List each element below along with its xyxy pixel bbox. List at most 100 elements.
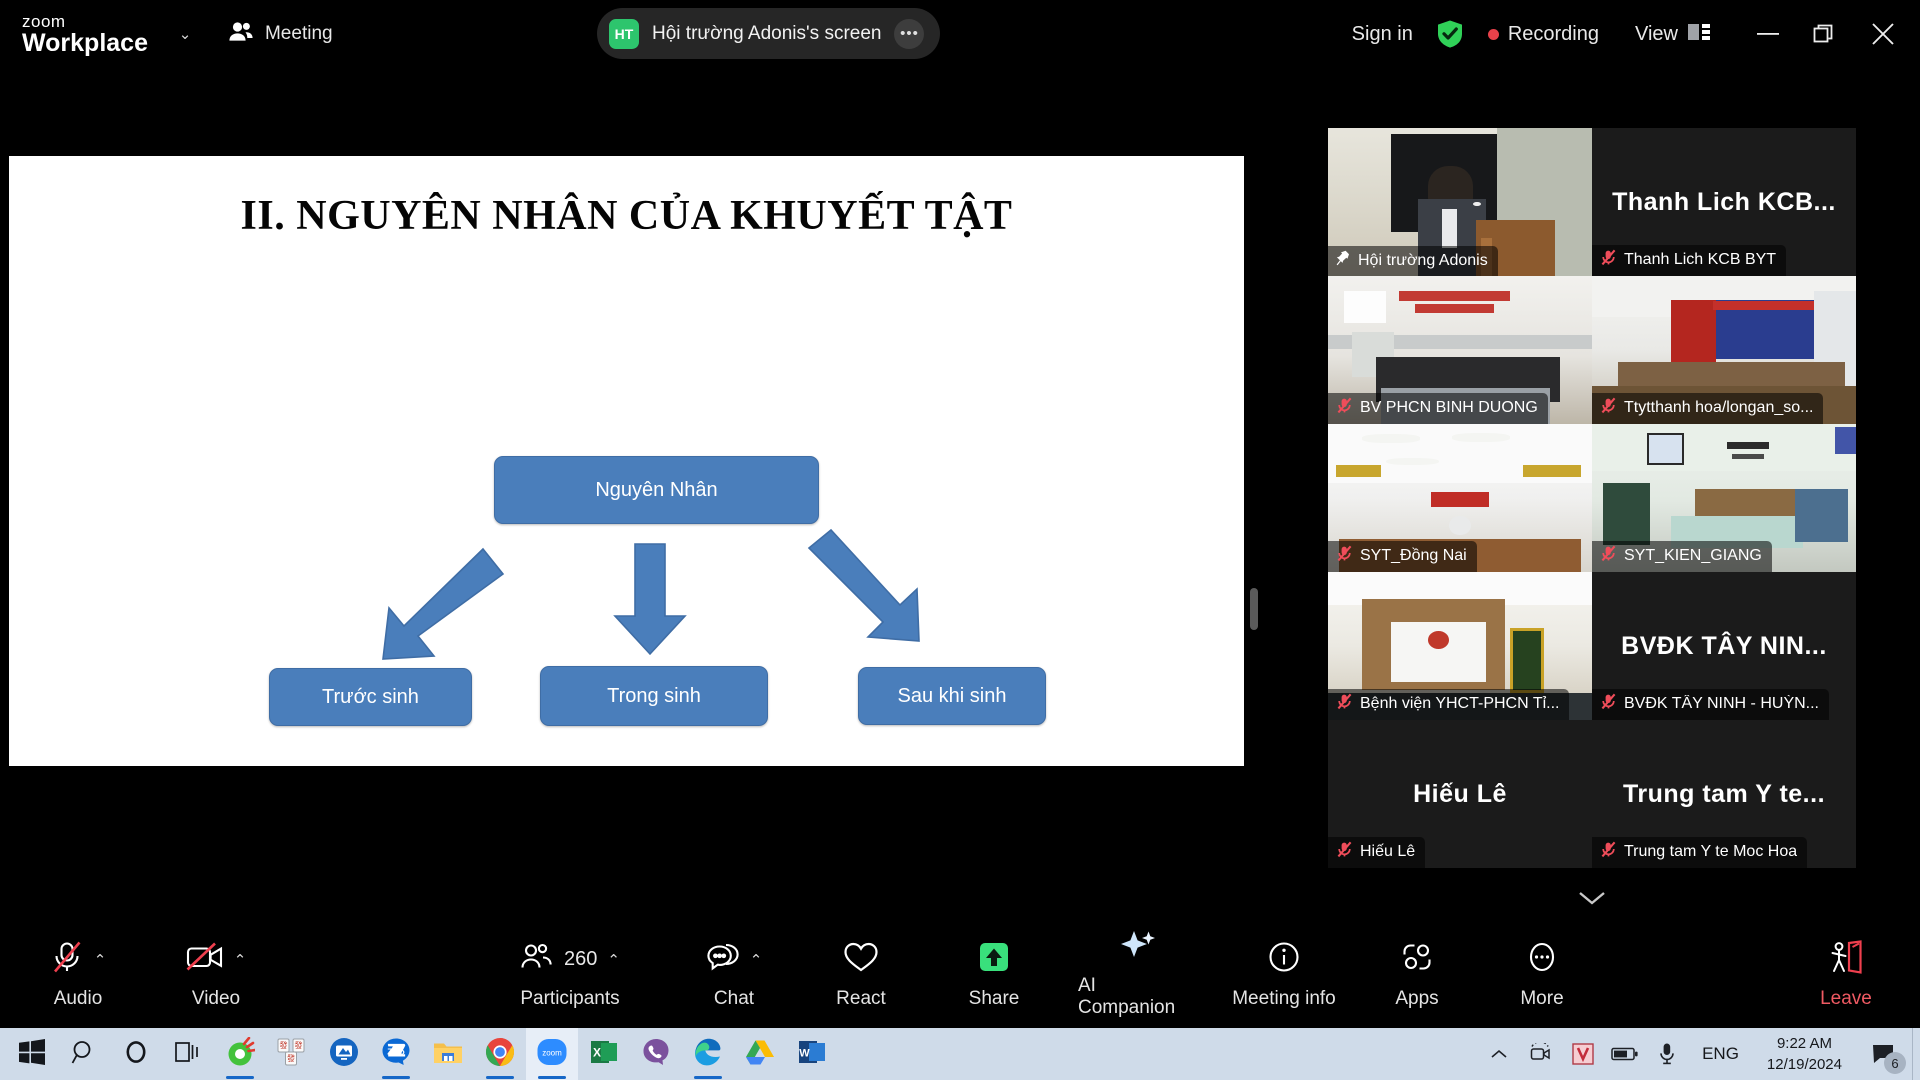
taskbar-item-google-drive[interactable]: [734, 1028, 786, 1080]
search-icon: [71, 1039, 97, 1070]
participant-tile[interactable]: Hiếu Lê Hiếu Lê: [1328, 720, 1592, 868]
participant-name-bar: BVĐK TÂY NINH - HUỲN...: [1592, 689, 1829, 720]
gallery-next-page-button[interactable]: [1328, 880, 1856, 920]
participant-name-bar: SYT_Đồng Nai: [1328, 541, 1477, 572]
participant-name: Hội trường Adonis: [1358, 251, 1488, 269]
sign-in-button[interactable]: Sign in: [1352, 23, 1413, 46]
toolbar-button-label: Video: [191, 987, 241, 1009]
taskbar-item-chrome[interactable]: [474, 1028, 526, 1080]
camera-off-icon: [186, 942, 224, 977]
gallery-resize-handle[interactable]: [1250, 588, 1258, 630]
taskbar-clock[interactable]: 9:22 AM 12/19/2024: [1753, 1033, 1856, 1076]
participant-name: BVĐK TÂY NINH - HUỲN...: [1624, 695, 1819, 712]
participant-name: Ttytthanh hoa/longan_so...: [1624, 399, 1814, 416]
taskbar-item-viber[interactable]: [630, 1028, 682, 1080]
viber-icon: [642, 1038, 670, 1071]
participant-tile[interactable]: Trung tam Y te... Trung tam Y te Moc Hoa: [1592, 720, 1856, 868]
participant-tile[interactable]: SYT_KIEN_GIANG: [1592, 424, 1856, 572]
chevron-up-icon[interactable]: ⌃: [607, 951, 620, 969]
unikey-v-icon[interactable]: [1562, 1028, 1604, 1080]
notification-center-button[interactable]: 6: [1856, 1028, 1912, 1080]
toolbar-button-label: React: [836, 987, 886, 1009]
shared-screen-pill[interactable]: HT Hội trường Adonis's screen •••: [597, 8, 941, 59]
taskbar-item-unikey[interactable]: [214, 1028, 266, 1080]
brand-chevron-down-icon[interactable]: ⌄: [172, 25, 198, 43]
participant-name: Trung tam Y te Moc Hoa: [1624, 843, 1798, 860]
participant-tile[interactable]: BV PHCN BINH DUONG: [1328, 276, 1592, 424]
sparkle-icon: [1120, 929, 1156, 968]
ultraviewer-icon: [329, 1037, 359, 1072]
taskbar-item-edge[interactable]: [682, 1028, 734, 1080]
participant-tile[interactable]: Hội trường Adonis: [1328, 128, 1592, 276]
taskbar-item-mahjong[interactable]: 發發發: [266, 1028, 318, 1080]
taskbar-item-zoom[interactable]: zoom: [526, 1028, 578, 1080]
toolbar-button-ai-companion[interactable]: AI Companion: [1078, 930, 1198, 1018]
toolbar-button-react[interactable]: React: [801, 930, 921, 1018]
shared-content-stage: II. NGUYÊN NHÂN CỦA KHUYẾT TẬT Nguyên Nh…: [0, 68, 1320, 920]
brand-workplace: Workplace: [22, 28, 148, 57]
toolbar-button-more[interactable]: More: [1482, 930, 1602, 1018]
microphone-muted-icon: [1336, 545, 1353, 567]
taskbar-item-search[interactable]: [58, 1028, 110, 1080]
participant-tile[interactable]: Ttytthanh hoa/longan_so...: [1592, 276, 1856, 424]
meeting-toolbar: ⌃ Audio ⌃ Video 260 ⌃ Participants ⌃ Chat React Sh…: [0, 920, 1920, 1028]
leave-door-icon: [1827, 940, 1865, 979]
chevron-up-icon[interactable]: ⌃: [234, 951, 247, 969]
taskbar-item-cortana[interactable]: [110, 1028, 162, 1080]
show-desktop-button[interactable]: [1912, 1028, 1920, 1080]
zoom-workplace-logo: zoom Workplace: [22, 13, 148, 56]
taskbar-item-start[interactable]: [6, 1028, 58, 1080]
toolbar-button-participants[interactable]: 260 ⌃ Participants: [510, 930, 630, 1018]
toolbar-button-meeting-info[interactable]: Meeting info: [1224, 930, 1344, 1018]
task-view-icon: [174, 1040, 202, 1069]
participant-tile[interactable]: Bệnh viện YHCT-PHCN Tỉ...: [1328, 572, 1592, 720]
zoom-meeting-window: zoom Workplace ⌄ Meeting HT Hội trường A…: [0, 0, 1920, 1080]
recording-label: Recording: [1507, 22, 1599, 45]
zoom-icon: zoom: [537, 1037, 567, 1072]
participant-tile[interactable]: BVĐK TÂY NIN... BVĐK TÂY NINH - HUỲN...: [1592, 572, 1856, 720]
microphone-muted-icon: [1600, 397, 1617, 419]
share-more-options-icon[interactable]: •••: [894, 18, 925, 49]
camera-tray-icon[interactable]: [1520, 1028, 1562, 1080]
toolbar-button-audio[interactable]: ⌃ Audio: [18, 930, 138, 1018]
taskbar-item-file-explorer[interactable]: [422, 1028, 474, 1080]
taskbar-item-zalo[interactable]: Zalo: [370, 1028, 422, 1080]
title-bar-right: Sign in Recording View: [1352, 0, 1920, 68]
toolbar-button-label: Share: [968, 987, 1020, 1009]
toolbar-button-video[interactable]: ⌃ Video: [156, 930, 276, 1018]
taskbar-item-task-view[interactable]: [162, 1028, 214, 1080]
chevron-up-icon[interactable]: ⌃: [750, 951, 763, 969]
toolbar-button-chat[interactable]: ⌃ Chat: [674, 930, 794, 1018]
participant-name-bar: Ttytthanh hoa/longan_so...: [1592, 393, 1824, 424]
brand-zoom: zoom: [22, 11, 66, 31]
chevron-up-icon[interactable]: [1478, 1028, 1520, 1080]
chevron-up-icon[interactable]: ⌃: [94, 951, 107, 969]
view-button[interactable]: View: [1635, 22, 1710, 47]
taskbar-item-excel[interactable]: X: [578, 1028, 630, 1080]
participant-name-bar: BV PHCN BINH DUONG: [1328, 393, 1548, 424]
close-button[interactable]: [1852, 0, 1914, 68]
battery-icon[interactable]: [1604, 1028, 1646, 1080]
drive-icon: [745, 1038, 775, 1071]
taskbar-item-word[interactable]: W: [786, 1028, 838, 1080]
recording-indicator[interactable]: Recording: [1487, 22, 1599, 46]
toolbar-button-leave[interactable]: Leave: [1786, 930, 1906, 1018]
windows-start-icon: [19, 1038, 45, 1070]
microphone-icon[interactable]: [1646, 1028, 1688, 1080]
language-indicator[interactable]: ENG: [1688, 1044, 1753, 1064]
notification-count-badge: 6: [1884, 1052, 1906, 1074]
participant-tile[interactable]: Thanh Lich KCB... Thanh Lich KCB BYT: [1592, 128, 1856, 276]
meeting-tab[interactable]: Meeting: [228, 21, 333, 48]
minimize-button[interactable]: [1740, 0, 1796, 68]
svg-text:W: W: [799, 1047, 810, 1059]
taskbar-item-ultraviewer[interactable]: [318, 1028, 370, 1080]
maximize-restore-button[interactable]: [1796, 0, 1852, 68]
security-shield-icon[interactable]: [1436, 19, 1464, 49]
toolbar-button-apps[interactable]: Apps: [1357, 930, 1477, 1018]
microphone-muted-icon: [1600, 249, 1617, 271]
apps-icon: [1400, 941, 1434, 978]
edge-icon: [693, 1037, 723, 1072]
participant-tile[interactable]: SYT_Đồng Nai: [1328, 424, 1592, 572]
toolbar-button-share[interactable]: Share: [934, 930, 1054, 1018]
chat-bubble-icon: [706, 942, 740, 977]
